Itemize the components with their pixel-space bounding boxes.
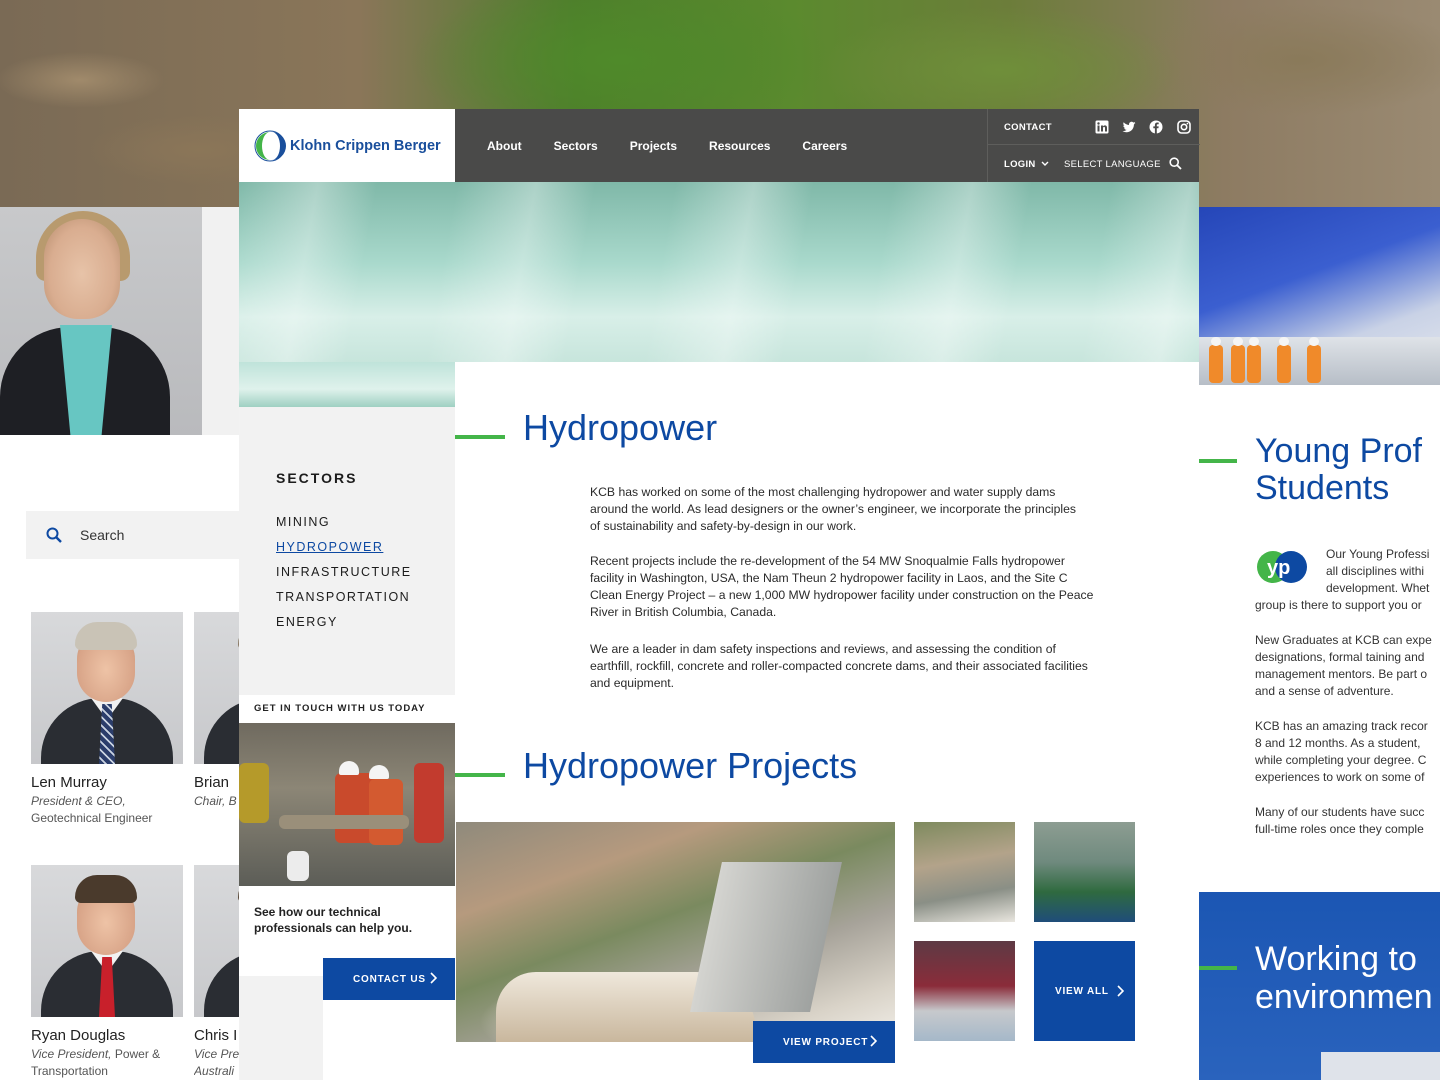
- project-thumbnail[interactable]: [914, 822, 1015, 922]
- get-in-touch-text: See how our technical professionals can …: [254, 905, 413, 935]
- person-photo: [31, 865, 183, 1017]
- nav-careers[interactable]: Careers: [802, 139, 847, 153]
- right-page-careers: Young Prof Students yp Our Young Profess…: [1199, 207, 1440, 1080]
- person-photo: [194, 612, 244, 764]
- hero-dam-spillway-photo: [239, 182, 1199, 362]
- young-professionals-logo: yp: [1257, 551, 1307, 583]
- facebook-icon[interactable]: [1149, 120, 1163, 134]
- person-photo: [194, 865, 244, 1017]
- twitter-icon[interactable]: [1122, 120, 1136, 134]
- search-icon[interactable]: [1169, 157, 1182, 170]
- language-select[interactable]: SELECT LANGUAGE: [1064, 159, 1161, 170]
- sidebar-item-hydropower[interactable]: HYDROPOWER: [276, 540, 383, 554]
- person-name: Brian: [194, 774, 230, 791]
- person-name: Chris I: [194, 1027, 238, 1044]
- nav-about[interactable]: About: [487, 139, 522, 153]
- project-thumbnail[interactable]: [914, 941, 1015, 1041]
- sidebar-item-transportation[interactable]: TRANSPORTATION: [276, 590, 410, 604]
- person-card[interactable]: Chris I Vice Pre Australi: [194, 865, 244, 1080]
- careers-title: Young Prof Students: [1255, 432, 1422, 507]
- login-link[interactable]: LOGIN: [1004, 159, 1049, 170]
- site-header: Klohn Crippen Berger About Sectors Proje…: [239, 109, 1200, 182]
- nav-sectors[interactable]: Sectors: [554, 139, 598, 153]
- get-in-touch-heading: GET IN TOUCH WITH US TODAY: [239, 695, 455, 723]
- view-project-button[interactable]: VIEW PROJECT: [753, 1021, 895, 1063]
- person-name: Len Murray: [31, 774, 107, 791]
- contact-link[interactable]: CONTACT: [1004, 122, 1052, 133]
- sectors-sidebar: SECTORS MINING HYDROPOWER INFRASTRUCTURE…: [239, 407, 455, 695]
- view-all-button[interactable]: VIEW ALL: [1034, 941, 1135, 1041]
- linkedin-icon[interactable]: [1095, 120, 1109, 134]
- sidebar-item-mining[interactable]: MINING: [276, 515, 330, 529]
- site-logo[interactable]: Klohn Crippen Berger: [239, 109, 455, 182]
- chevron-right-icon: [1117, 985, 1124, 997]
- chevron-right-icon: [870, 1035, 877, 1047]
- person-photo: [31, 612, 183, 764]
- careers-banner: Working to environmen: [1199, 892, 1440, 1080]
- search-icon: [46, 527, 62, 543]
- person-name: Ryan Douglas: [31, 1027, 126, 1044]
- search-placeholder: Search: [80, 527, 125, 543]
- person-card[interactable]: Len Murray President & CEO, Geotechnical …: [31, 612, 183, 827]
- kcb-logo-icon: [254, 130, 286, 161]
- sidebar-item-infrastructure[interactable]: INFRASTRUCTURE: [276, 565, 412, 579]
- utility-nav: CONTACT LOGIN SELECT LANGUAGE: [987, 109, 1200, 182]
- svg-text:yp: yp: [1267, 557, 1290, 579]
- person-card[interactable]: Brian Chair, B: [194, 612, 244, 810]
- sidebar-item-energy[interactable]: ENERGY: [276, 615, 338, 629]
- nav-resources[interactable]: Resources: [709, 139, 770, 153]
- person-card[interactable]: Ryan Douglas Vice President, Power & Tran…: [31, 865, 183, 1080]
- featured-portrait: [0, 207, 202, 435]
- field-work-photo: [239, 723, 455, 886]
- main-nav: About Sectors Projects Resources Careers: [471, 109, 863, 182]
- nav-projects[interactable]: Projects: [630, 139, 677, 153]
- intro-paragraph: KCB has worked on some of the most chall…: [590, 485, 1076, 533]
- chevron-right-icon: [430, 972, 437, 984]
- search-input[interactable]: Search: [26, 511, 266, 559]
- sidebar-title: SECTORS: [276, 470, 358, 486]
- careers-hero-photo: [1199, 207, 1440, 385]
- featured-project-image[interactable]: [456, 822, 895, 1042]
- projects-paragraph: Recent projects include the re-developme…: [590, 554, 1094, 619]
- contact-us-button[interactable]: CONTACT US: [323, 958, 455, 1000]
- project-thumbnail[interactable]: [1034, 822, 1135, 922]
- instagram-icon[interactable]: [1177, 120, 1191, 134]
- chevron-down-icon: [1041, 161, 1049, 166]
- projects-title: Hydropower Projects: [523, 745, 858, 786]
- page-title: Hydropower: [523, 407, 718, 448]
- brand-name: Klohn Crippen Berger: [290, 137, 441, 154]
- services-paragraph: We are a leader in dam safety inspection…: [590, 642, 1088, 690]
- center-page-hydropower: Klohn Crippen Berger About Sectors Proje…: [239, 109, 1200, 1080]
